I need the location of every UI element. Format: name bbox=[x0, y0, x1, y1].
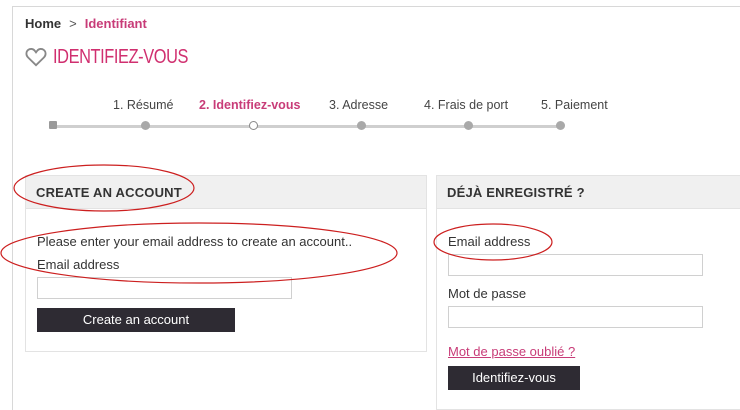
breadcrumb-home-link[interactable]: Home bbox=[25, 16, 61, 31]
create-account-button[interactable]: Create an account bbox=[37, 308, 235, 332]
heart-outline-icon bbox=[25, 48, 47, 67]
forgot-password-link[interactable]: Mot de passe oublié ? bbox=[448, 344, 575, 359]
checkout-steps: 1. Résumé 2. Identifiez-vous 3. Adresse … bbox=[0, 96, 740, 136]
step-3-dot bbox=[357, 121, 366, 130]
login-panel: DÉJÀ ENREGISTRÉ ? Email address Mot de p… bbox=[436, 175, 740, 410]
create-account-instructions: Please enter your email address to creat… bbox=[37, 234, 353, 249]
page-title-text: IDENTIFIEZ-VOUS bbox=[53, 45, 189, 68]
login-heading: DÉJÀ ENREGISTRÉ ? bbox=[447, 185, 585, 200]
breadcrumb: Home > Identifiant bbox=[25, 16, 147, 31]
password-label: Mot de passe bbox=[448, 286, 527, 301]
page-frame-top bbox=[12, 6, 740, 7]
step-3-label: 3. Adresse bbox=[329, 98, 389, 112]
login-header: DÉJÀ ENREGISTRÉ ? bbox=[437, 176, 740, 209]
create-account-heading: CREATE AN ACCOUNT bbox=[36, 185, 182, 200]
page-frame-left bbox=[12, 6, 13, 410]
step-4-label: 4. Frais de port bbox=[424, 98, 509, 112]
create-account-header: CREATE AN ACCOUNT bbox=[26, 176, 426, 209]
progress-line bbox=[52, 125, 562, 128]
login-button[interactable]: Identifiez-vous bbox=[448, 366, 580, 390]
step-2-dot bbox=[249, 121, 258, 130]
step-2-label: 2. Identifiez-vous bbox=[199, 98, 301, 112]
create-account-panel: CREATE AN ACCOUNT Please enter your emai… bbox=[25, 175, 427, 352]
step-4-dot bbox=[464, 121, 473, 130]
step-1-label[interactable]: 1. Résumé bbox=[113, 98, 173, 112]
page-title: IDENTIFIEZ-VOUS bbox=[25, 45, 218, 69]
breadcrumb-current: Identifiant bbox=[84, 16, 147, 31]
login-email-label: Email address bbox=[448, 234, 531, 249]
step-5-dot bbox=[556, 121, 565, 130]
create-email-input[interactable] bbox=[37, 277, 292, 299]
breadcrumb-separator: > bbox=[69, 16, 77, 31]
login-email-input[interactable] bbox=[448, 254, 703, 276]
step-5-label: 5. Paiement bbox=[541, 98, 608, 112]
password-input[interactable] bbox=[448, 306, 703, 328]
step-start-marker bbox=[49, 121, 57, 129]
create-email-label: Email address bbox=[37, 257, 120, 272]
step-1-dot bbox=[141, 121, 150, 130]
